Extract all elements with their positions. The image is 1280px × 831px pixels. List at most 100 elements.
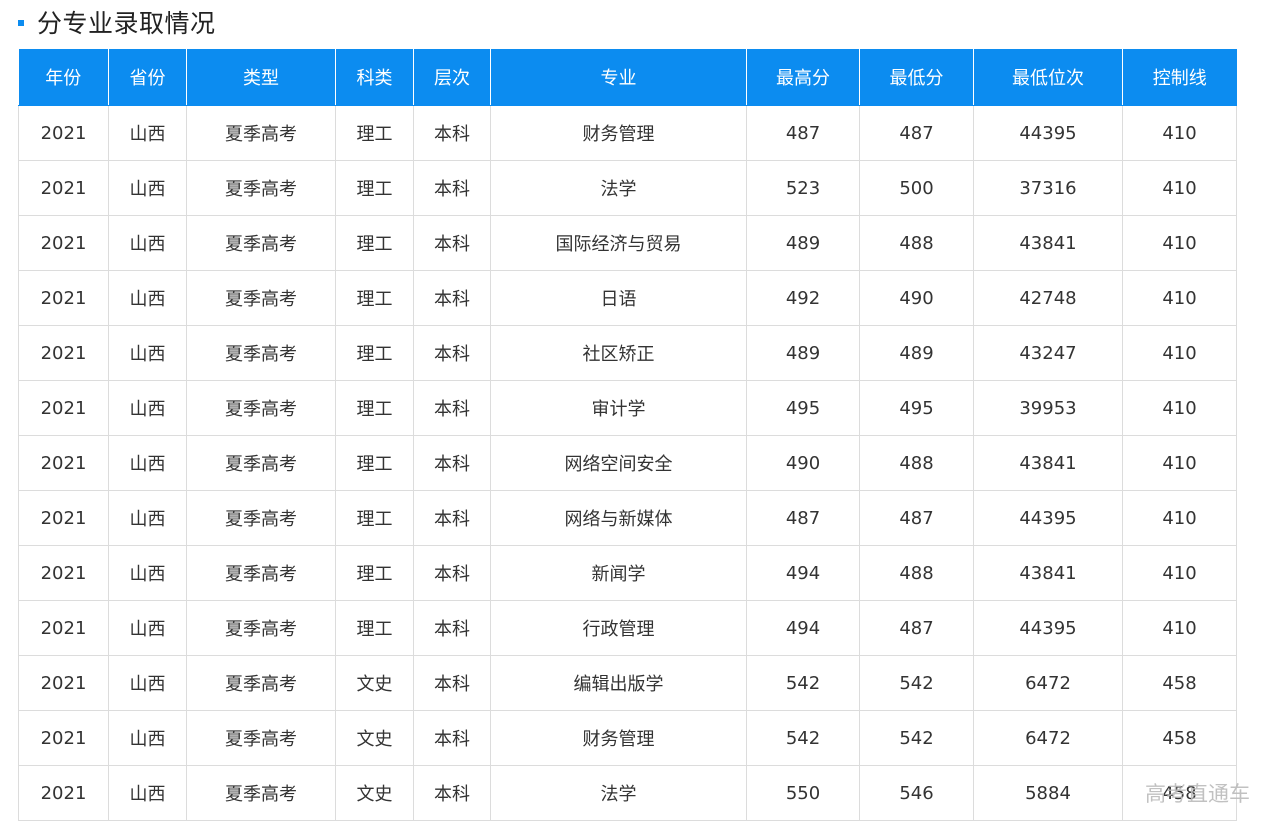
admission-table: 年份 省份 类型 科类 层次 专业 最高分 最低分 最低位次 控制线 2021 山… (18, 49, 1237, 821)
table-row: 2021 山西 夏季高考 理工 本科 网络与新媒体 487 487 44395 410 (18, 490, 1237, 546)
table-row: 2021 山西 夏季高考 理工 本科 财务管理 487 487 44395 410 (18, 105, 1237, 161)
cell-min-score: 488 (859, 435, 974, 491)
cell-level: 本科 (413, 655, 491, 711)
cell-level: 本科 (413, 545, 491, 601)
cell-min-score: 490 (859, 270, 974, 326)
cell-major: 社区矫正 (490, 325, 747, 381)
cell-year: 2021 (18, 160, 109, 216)
cell-province: 山西 (108, 435, 187, 491)
cell-control-line: 458 (1122, 710, 1237, 766)
cell-level: 本科 (413, 710, 491, 766)
cell-min-rank: 43841 (973, 545, 1123, 601)
cell-control-line: 410 (1122, 380, 1237, 436)
cell-level: 本科 (413, 270, 491, 326)
cell-major: 财务管理 (490, 105, 747, 161)
cell-max-score: 495 (746, 380, 860, 436)
cell-year: 2021 (18, 380, 109, 436)
table-row: 2021 山西 夏季高考 理工 本科 行政管理 494 487 44395 410 (18, 600, 1237, 656)
cell-year: 2021 (18, 325, 109, 381)
cell-max-score: 490 (746, 435, 860, 491)
table-row: 2021 山西 夏季高考 理工 本科 国际经济与贸易 489 488 43841 410 (18, 215, 1237, 271)
cell-major: 国际经济与贸易 (490, 215, 747, 271)
cell-category: 理工 (335, 490, 414, 546)
cell-year: 2021 (18, 490, 109, 546)
cell-province: 山西 (108, 600, 187, 656)
cell-max-score: 494 (746, 600, 860, 656)
cell-max-score: 489 (746, 325, 860, 381)
cell-category: 理工 (335, 215, 414, 271)
cell-major: 编辑出版学 (490, 655, 747, 711)
cell-min-rank: 6472 (973, 710, 1123, 766)
cell-category: 文史 (335, 655, 414, 711)
cell-major: 行政管理 (490, 600, 747, 656)
header-max-score: 最高分 (746, 49, 860, 106)
table-row: 2021 山西 夏季高考 理工 本科 新闻学 494 488 43841 410 (18, 545, 1237, 601)
cell-level: 本科 (413, 490, 491, 546)
cell-type: 夏季高考 (186, 545, 336, 601)
cell-category: 理工 (335, 325, 414, 381)
cell-major: 法学 (490, 160, 747, 216)
header-category: 科类 (335, 49, 414, 106)
cell-control-line: 410 (1122, 270, 1237, 326)
cell-province: 山西 (108, 105, 187, 161)
cell-control-line: 458 (1122, 655, 1237, 711)
section-header: 分专业录取情况 (18, 0, 216, 44)
cell-type: 夏季高考 (186, 600, 336, 656)
cell-province: 山西 (108, 270, 187, 326)
cell-min-rank: 42748 (973, 270, 1123, 326)
cell-min-score: 546 (859, 765, 974, 821)
cell-category: 理工 (335, 600, 414, 656)
table-row: 2021 山西 夏季高考 理工 本科 日语 492 490 42748 410 (18, 270, 1237, 326)
cell-min-score: 489 (859, 325, 974, 381)
cell-control-line: 410 (1122, 490, 1237, 546)
table-header-row: 年份 省份 类型 科类 层次 专业 最高分 最低分 最低位次 控制线 (18, 49, 1237, 106)
cell-province: 山西 (108, 215, 187, 271)
table-row: 2021 山西 夏季高考 文史 本科 财务管理 542 542 6472 458 (18, 710, 1237, 766)
cell-level: 本科 (413, 105, 491, 161)
cell-year: 2021 (18, 270, 109, 326)
cell-min-score: 487 (859, 105, 974, 161)
cell-category: 理工 (335, 160, 414, 216)
cell-min-score: 488 (859, 545, 974, 601)
cell-max-score: 492 (746, 270, 860, 326)
cell-major: 新闻学 (490, 545, 747, 601)
cell-level: 本科 (413, 600, 491, 656)
cell-max-score: 523 (746, 160, 860, 216)
cell-year: 2021 (18, 710, 109, 766)
cell-control-line: 410 (1122, 105, 1237, 161)
cell-max-score: 542 (746, 655, 860, 711)
cell-min-rank: 37316 (973, 160, 1123, 216)
cell-major: 法学 (490, 765, 747, 821)
cell-min-score: 495 (859, 380, 974, 436)
cell-province: 山西 (108, 655, 187, 711)
header-min-rank: 最低位次 (973, 49, 1123, 106)
header-year: 年份 (18, 49, 109, 106)
cell-year: 2021 (18, 215, 109, 271)
cell-type: 夏季高考 (186, 435, 336, 491)
cell-type: 夏季高考 (186, 655, 336, 711)
cell-control-line: 410 (1122, 435, 1237, 491)
cell-type: 夏季高考 (186, 105, 336, 161)
table-row: 2021 山西 夏季高考 理工 本科 社区矫正 489 489 43247 410 (18, 325, 1237, 381)
cell-category: 理工 (335, 435, 414, 491)
cell-category: 理工 (335, 545, 414, 601)
table-row: 2021 山西 夏季高考 理工 本科 审计学 495 495 39953 410 (18, 380, 1237, 436)
table-row: 2021 山西 夏季高考 理工 本科 网络空间安全 490 488 43841 410 (18, 435, 1237, 491)
cell-major: 财务管理 (490, 710, 747, 766)
cell-max-score: 487 (746, 105, 860, 161)
cell-min-score: 487 (859, 600, 974, 656)
cell-type: 夏季高考 (186, 270, 336, 326)
title-marker-icon (18, 20, 24, 26)
cell-category: 理工 (335, 380, 414, 436)
cell-major: 审计学 (490, 380, 747, 436)
cell-level: 本科 (413, 380, 491, 436)
cell-province: 山西 (108, 380, 187, 436)
cell-level: 本科 (413, 765, 491, 821)
header-level: 层次 (413, 49, 491, 106)
cell-year: 2021 (18, 545, 109, 601)
cell-control-line: 410 (1122, 325, 1237, 381)
cell-type: 夏季高考 (186, 325, 336, 381)
header-major: 专业 (490, 49, 747, 106)
cell-level: 本科 (413, 435, 491, 491)
cell-min-rank: 44395 (973, 105, 1123, 161)
